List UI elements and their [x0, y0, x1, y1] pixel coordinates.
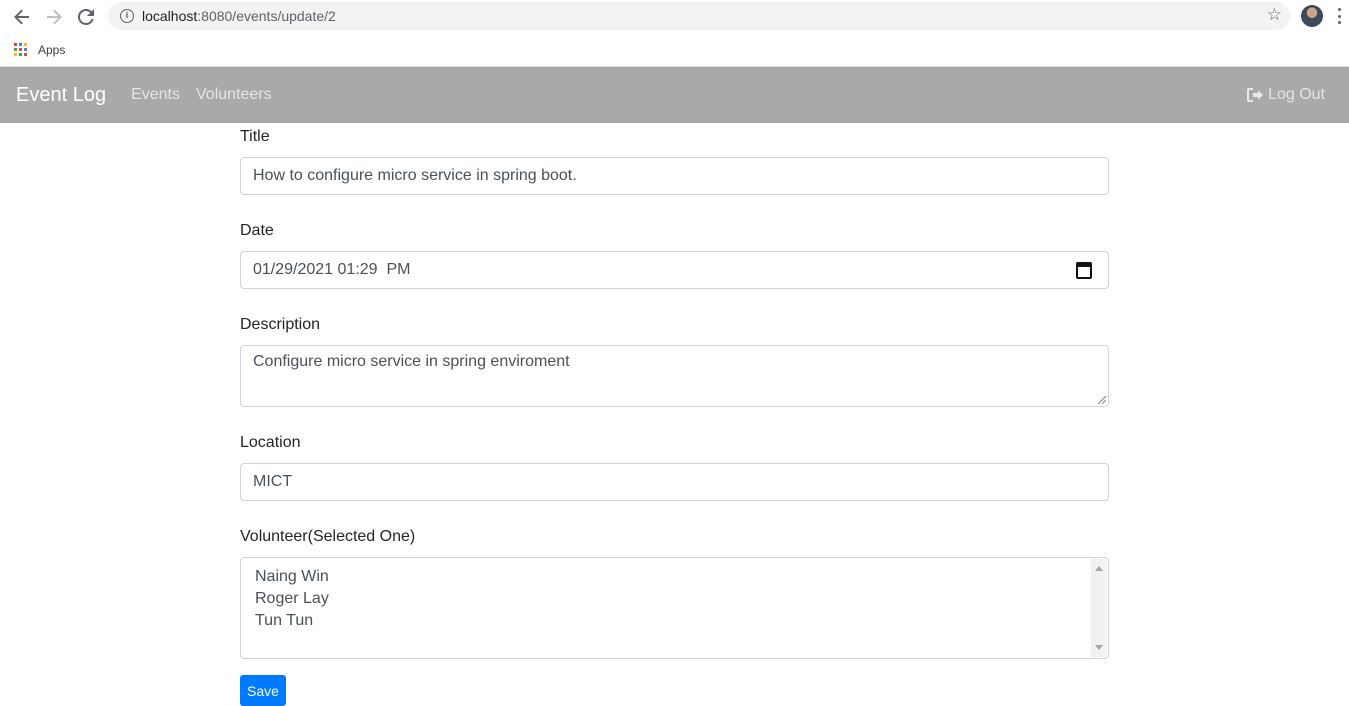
- description-textarea[interactable]: Configure micro service in spring enviro…: [240, 345, 1109, 407]
- logout-link[interactable]: Log Out: [1247, 86, 1325, 104]
- resize-handle-icon[interactable]: [1098, 396, 1106, 404]
- volunteer-option[interactable]: Tun Tun: [255, 610, 1094, 632]
- event-update-form: Title How to configure micro service in …: [240, 123, 1109, 706]
- description-label: Description: [240, 316, 321, 333]
- volunteer-label: Volunteer(Selected One): [240, 528, 416, 545]
- back-icon[interactable]: [6, 1, 38, 33]
- date-value: 01/29/2021 01:29 PM: [253, 261, 411, 278]
- apps-bookmark[interactable]: Apps: [38, 43, 65, 57]
- nav-link-events[interactable]: Events: [131, 86, 180, 104]
- site-navbar: Event Log Events Volunteers Log Out: [0, 67, 1349, 123]
- bookmark-star-icon[interactable]: ☆: [1267, 5, 1282, 25]
- location-label: Location: [240, 434, 301, 451]
- forward-icon[interactable]: [38, 1, 70, 33]
- volunteer-group: Volunteer(Selected One) Naing Win Roger …: [240, 525, 1109, 659]
- logout-label: Log Out: [1268, 86, 1325, 103]
- reload-icon[interactable]: [70, 1, 102, 33]
- date-group: Date 01/29/2021 01:29 PM: [240, 219, 1109, 289]
- description-value: Configure micro service in spring enviro…: [253, 353, 570, 370]
- scrollbar[interactable]: [1091, 559, 1107, 657]
- volunteer-option[interactable]: Naing Win: [255, 566, 1094, 588]
- bookmarks-bar: Apps: [0, 33, 1349, 67]
- date-input[interactable]: 01/29/2021 01:29 PM: [240, 251, 1109, 289]
- menu-kebab-icon[interactable]: [1338, 8, 1342, 24]
- info-icon[interactable]: i: [120, 9, 134, 23]
- sign-out-icon: [1247, 88, 1264, 102]
- calendar-icon[interactable]: [1076, 262, 1092, 279]
- date-label: Date: [240, 222, 274, 239]
- description-group: Description Configure micro service in s…: [240, 313, 1109, 407]
- volunteer-select[interactable]: Naing Win Roger Lay Tun Tun: [240, 557, 1109, 659]
- title-input[interactable]: How to configure micro service in spring…: [240, 157, 1109, 195]
- url-text: localhost:8080/events/update/2: [142, 8, 336, 24]
- location-input[interactable]: MICT: [240, 463, 1109, 501]
- nav-link-volunteers[interactable]: Volunteers: [196, 86, 272, 104]
- title-group: Title How to configure micro service in …: [240, 125, 1109, 195]
- scroll-down-icon[interactable]: [1095, 645, 1103, 650]
- brand-logo[interactable]: Event Log: [16, 84, 106, 107]
- address-bar[interactable]: i localhost:8080/events/update/2 ☆: [108, 2, 1290, 30]
- volunteer-option[interactable]: Roger Lay: [255, 588, 1094, 610]
- apps-grid-icon[interactable]: [14, 42, 28, 57]
- title-label: Title: [240, 128, 270, 145]
- scroll-up-icon[interactable]: [1095, 566, 1103, 571]
- location-group: Location MICT: [240, 431, 1109, 501]
- profile-avatar[interactable]: [1301, 5, 1323, 27]
- save-button[interactable]: Save: [240, 675, 286, 706]
- browser-toolbar: i localhost:8080/events/update/2 ☆: [0, 0, 1349, 33]
